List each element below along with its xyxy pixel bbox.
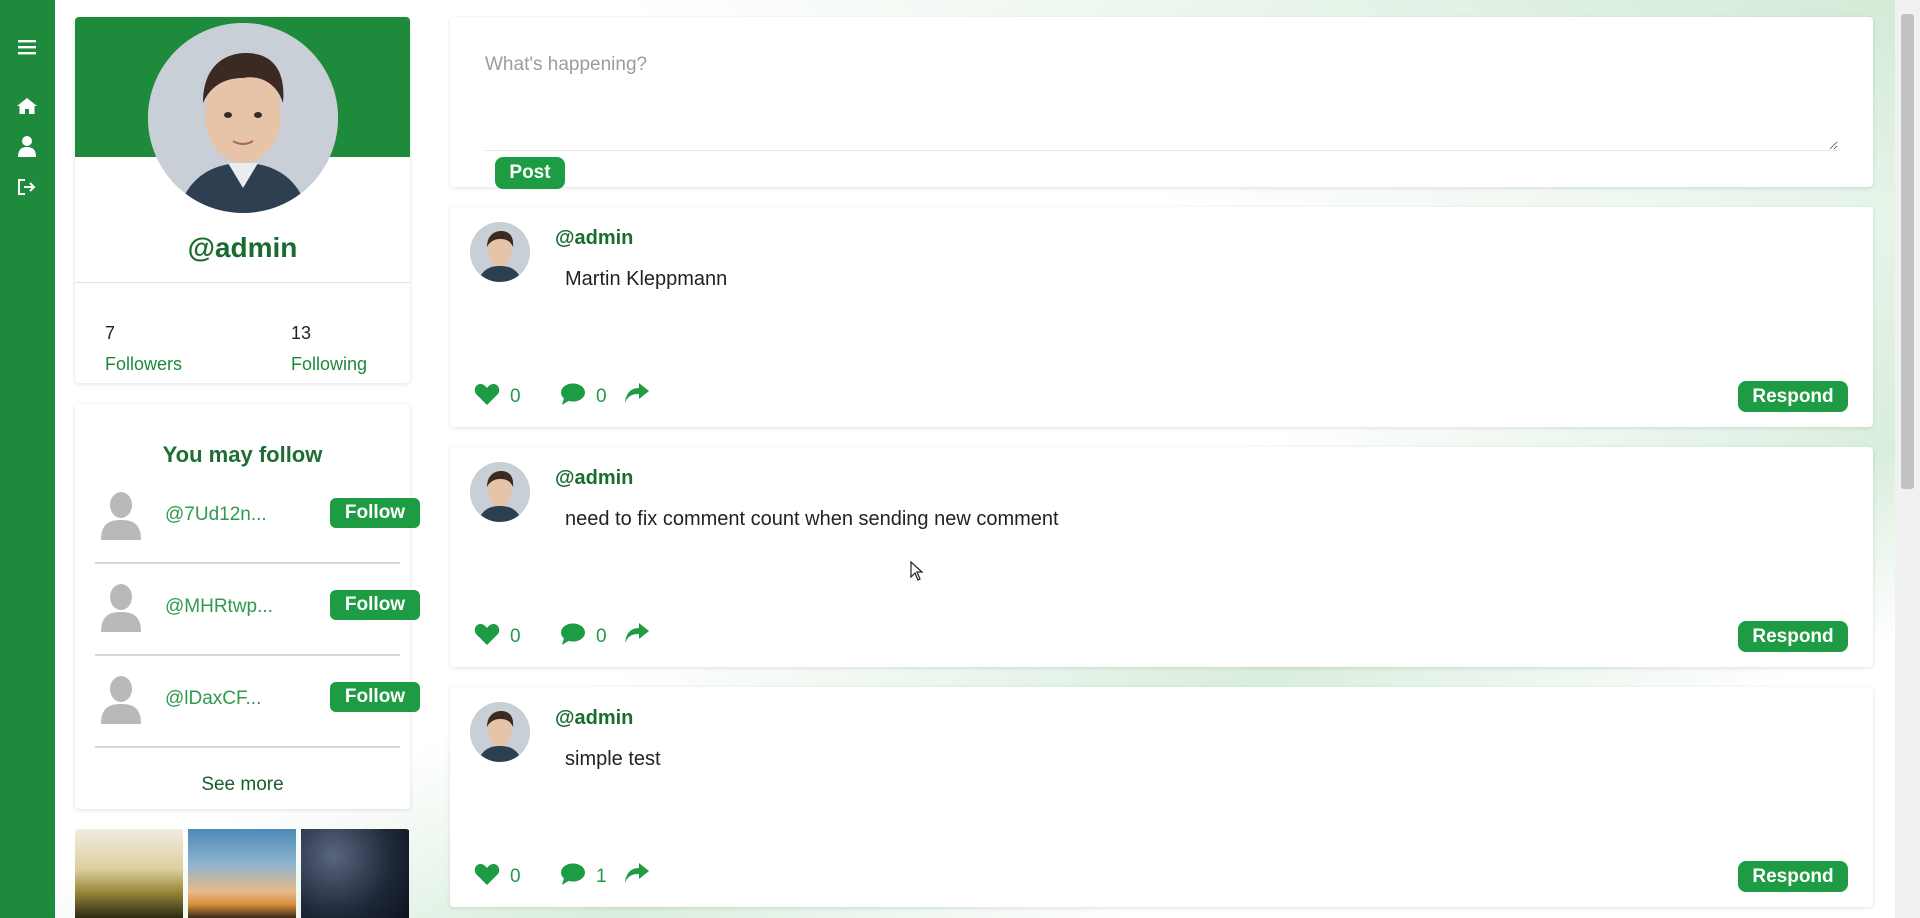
share-button[interactable] <box>624 382 650 409</box>
like-button[interactable]: 0 <box>474 382 521 411</box>
post-card: @admin need to fix comment count when se… <box>450 447 1873 667</box>
follow-button[interactable]: Follow <box>330 590 420 620</box>
followers-link[interactable]: Followers <box>105 354 182 375</box>
profile-avatar[interactable] <box>148 23 338 213</box>
nav-rail <box>0 0 55 918</box>
suggestion-item: @lDaxCF... Follow <box>95 656 420 748</box>
post-input[interactable] <box>485 34 1838 151</box>
post-author[interactable]: @admin <box>555 467 633 490</box>
respond-button[interactable]: Respond <box>1738 861 1848 892</box>
following-stat[interactable]: 13 Following <box>291 323 367 375</box>
comment-button[interactable]: 1 <box>560 862 607 891</box>
comment-icon <box>560 862 586 891</box>
comment-count: 1 <box>596 865 607 887</box>
share-button[interactable] <box>624 622 650 649</box>
post-avatar[interactable] <box>470 702 530 762</box>
post-text: Martin Kleppmann <box>565 268 728 290</box>
follow-button[interactable]: Follow <box>330 682 420 712</box>
post-avatar[interactable] <box>470 222 530 282</box>
profile-card: @admin 7 Followers 13 Following <box>75 17 410 383</box>
respond-button[interactable]: Respond <box>1738 621 1848 652</box>
share-icon <box>624 382 650 409</box>
like-count: 0 <box>510 385 521 407</box>
post-avatar[interactable] <box>470 462 530 522</box>
suggestion-handle[interactable]: @lDaxCF... <box>165 688 261 710</box>
share-icon <box>624 862 650 889</box>
post-button[interactable]: Post <box>495 157 565 189</box>
photo-thumbnail[interactable] <box>188 829 296 918</box>
post-card: @admin Martin Kleppmann 0 0 Respond <box>450 207 1873 427</box>
post-author[interactable]: @admin <box>555 707 633 730</box>
like-button[interactable]: 0 <box>474 862 521 891</box>
post-author[interactable]: @admin <box>555 227 633 250</box>
heart-icon <box>474 382 500 411</box>
page-scrollbar[interactable] <box>1895 0 1920 918</box>
comment-icon <box>560 382 586 411</box>
following-link[interactable]: Following <box>291 354 367 375</box>
post-text: need to fix comment count when sending n… <box>565 508 1059 530</box>
share-button[interactable] <box>624 862 650 889</box>
divider <box>75 282 410 283</box>
default-avatar-icon <box>99 490 143 540</box>
scrollbar-thumb[interactable] <box>1901 14 1914 489</box>
following-count: 13 <box>291 323 312 343</box>
user-icon[interactable] <box>14 133 40 159</box>
heart-icon <box>474 862 500 891</box>
comment-icon <box>560 622 586 651</box>
suggestion-handle[interactable]: @7Ud12n... <box>165 504 267 526</box>
photo-thumbnail[interactable] <box>75 829 183 918</box>
comment-button[interactable]: 0 <box>560 622 607 651</box>
suggestions-title: You may follow <box>162 442 323 467</box>
see-more-link[interactable]: See more <box>75 774 410 796</box>
photo-thumbnail[interactable] <box>301 829 409 918</box>
suggestion-item: @MHRtwp... Follow <box>95 564 420 656</box>
default-avatar-icon <box>99 674 143 724</box>
respond-button[interactable]: Respond <box>1738 381 1848 412</box>
home-icon[interactable] <box>14 93 40 119</box>
comment-button[interactable]: 0 <box>560 382 607 411</box>
menu-icon[interactable] <box>14 34 40 60</box>
post-card: @admin simple test 0 1 Respond <box>450 687 1873 907</box>
comment-count: 0 <box>596 385 607 407</box>
mouse-cursor-icon <box>910 560 924 586</box>
suggestion-handle[interactable]: @MHRtwp... <box>165 596 273 618</box>
default-avatar-icon <box>99 582 143 632</box>
profile-handle: @admin <box>187 232 298 263</box>
post-text: simple test <box>565 748 661 770</box>
follow-button[interactable]: Follow <box>330 498 420 528</box>
suggestion-item: @7Ud12n... Follow <box>95 472 420 564</box>
logout-icon[interactable] <box>14 174 40 200</box>
like-button[interactable]: 0 <box>474 622 521 651</box>
comment-count: 0 <box>596 625 607 647</box>
photo-gallery <box>75 829 410 918</box>
followers-stat[interactable]: 7 Followers <box>105 323 182 375</box>
followers-count: 7 <box>105 323 116 343</box>
share-icon <box>624 622 650 649</box>
post-composer: Post <box>450 17 1873 189</box>
like-count: 0 <box>510 625 521 647</box>
like-count: 0 <box>510 865 521 887</box>
suggestions-card: You may follow @7Ud12n... Follow @MHRtwp… <box>75 404 420 809</box>
heart-icon <box>474 622 500 651</box>
